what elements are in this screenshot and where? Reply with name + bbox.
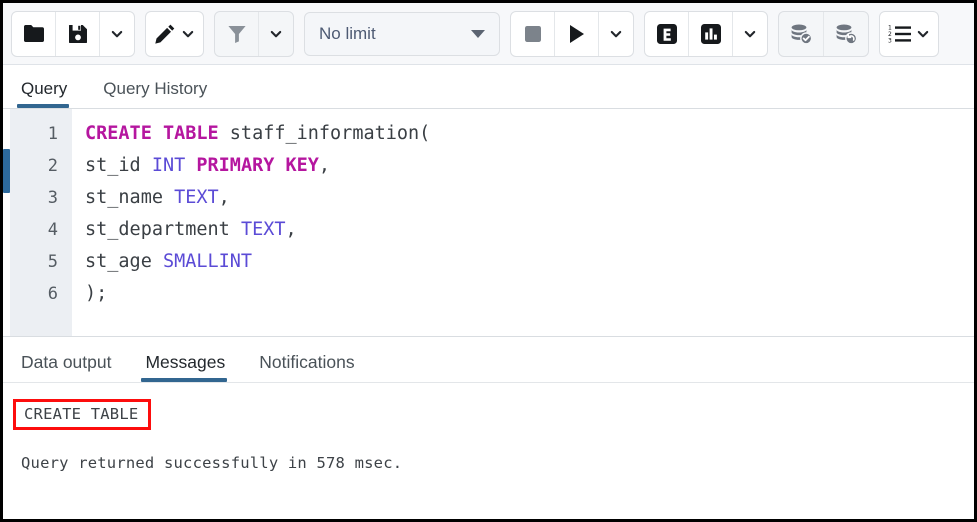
row-limit-value: No limit: [319, 24, 376, 44]
filter-dropdown-button[interactable]: [259, 12, 293, 56]
stop-button[interactable]: [511, 12, 555, 56]
edit-button-group: [145, 11, 204, 57]
code-token-identifier: st_age: [85, 251, 163, 272]
bar-chart-icon: [700, 23, 722, 45]
execute-dropdown-button[interactable]: [599, 12, 633, 56]
code-line: st_id INT PRIMARY KEY,: [85, 150, 974, 182]
rollback-button[interactable]: [824, 12, 868, 56]
code-token-identifier: st_id: [85, 155, 152, 176]
chevron-down-icon: [269, 27, 283, 41]
code-token-datatype: TEXT: [241, 219, 286, 240]
line-number: 4: [10, 214, 72, 246]
explain-dropdown-button[interactable]: [733, 12, 767, 56]
explain-analyze-button[interactable]: [689, 12, 733, 56]
database-undo-rollback-icon: [834, 23, 858, 45]
chevron-down-icon: [916, 27, 930, 41]
pencil-edit-icon: [154, 23, 176, 45]
editor-scrollbar[interactable]: [3, 109, 10, 336]
execute-button[interactable]: [555, 12, 599, 56]
messages-output: CREATE TABLE Query returned successfully…: [3, 383, 974, 519]
code-token-datatype: INT: [152, 155, 197, 176]
code-token-punctuation: ,: [219, 187, 230, 208]
code-token-punctuation: );: [85, 283, 107, 304]
code-token-identifier: staff_information(: [230, 123, 430, 144]
code-token-keyword: CREATE TABLE: [85, 123, 230, 144]
file-button-group: [11, 11, 135, 57]
query-status-text: Query returned successfully in 578 msec.: [13, 454, 974, 472]
save-file-button[interactable]: [56, 12, 100, 56]
row-limit-select[interactable]: No limit: [304, 12, 500, 56]
code-line: st_age SMALLINT: [85, 246, 974, 278]
numbered-list-icon: 1 2 3: [888, 24, 912, 44]
code-token-keyword: PRIMARY KEY: [196, 155, 319, 176]
macros-button-group: 1 2 3: [879, 11, 939, 57]
editor-line-number-gutter: 123456: [10, 109, 72, 336]
funnel-filter-icon: [227, 24, 247, 44]
database-check-commit-icon: [789, 23, 813, 45]
code-line: st_department TEXT,: [85, 214, 974, 246]
code-token-datatype: SMALLINT: [163, 251, 252, 272]
chevron-down-icon: [609, 27, 623, 41]
save-dropdown-button[interactable]: [100, 12, 134, 56]
explain-e-icon: [656, 23, 678, 45]
result-tab-bar: Data output Messages Notifications: [3, 337, 974, 383]
tab-data-output[interactable]: Data output: [17, 352, 125, 382]
line-number: 1: [10, 118, 72, 150]
line-number: 6: [10, 278, 72, 310]
line-number: 2: [10, 150, 72, 182]
code-token-identifier: st_name: [85, 187, 174, 208]
filter-button-group: [214, 11, 294, 57]
code-line: CREATE TABLE staff_information(: [85, 118, 974, 150]
tab-query-label: Query: [21, 79, 67, 99]
tab-messages[interactable]: Messages: [141, 352, 239, 382]
folder-icon: [23, 24, 45, 43]
tab-notifications-label: Notifications: [259, 352, 354, 372]
svg-text:3: 3: [888, 37, 892, 44]
chevron-down-icon: [181, 27, 195, 41]
code-token-identifier: st_department: [85, 219, 241, 240]
code-token-punctuation: ,: [286, 219, 297, 240]
pgadmin-query-tool: No limit: [0, 0, 977, 522]
floppy-save-icon: [68, 24, 88, 44]
stop-square-icon: [524, 25, 542, 43]
toolbar: No limit: [3, 3, 974, 65]
code-line: st_name TEXT,: [85, 182, 974, 214]
execute-button-group: [510, 11, 634, 57]
chevron-down-icon: [471, 30, 485, 38]
editor-code-area[interactable]: CREATE TABLE staff_information(st_id INT…: [72, 109, 974, 336]
chevron-down-icon: [110, 27, 124, 41]
commit-button[interactable]: [779, 12, 824, 56]
sql-editor[interactable]: 123456 CREATE TABLE staff_information(st…: [3, 109, 974, 337]
explain-button-group: [644, 11, 768, 57]
explain-button[interactable]: [645, 12, 689, 56]
edit-button[interactable]: [146, 12, 203, 56]
result-panel: Data output Messages Notifications CREAT…: [3, 337, 974, 519]
tab-messages-label: Messages: [145, 352, 225, 372]
transaction-button-group: [778, 11, 869, 57]
play-triangle-icon: [568, 24, 586, 44]
editor-scrollbar-thumb[interactable]: [3, 149, 10, 193]
code-token-datatype: TEXT: [174, 187, 219, 208]
line-number: 5: [10, 246, 72, 278]
command-result-text: CREATE TABLE: [13, 399, 151, 430]
open-file-button[interactable]: [12, 12, 56, 56]
tab-query-history-label: Query History: [103, 79, 207, 99]
tab-query-history[interactable]: Query History: [99, 79, 223, 108]
code-token-punctuation: ,: [319, 155, 330, 176]
tab-data-output-label: Data output: [21, 352, 111, 372]
line-number: 3: [10, 182, 72, 214]
macros-button[interactable]: 1 2 3: [880, 12, 938, 56]
query-tab-bar: Query Query History: [3, 65, 974, 109]
tab-query[interactable]: Query: [17, 79, 83, 108]
chevron-down-icon: [743, 27, 757, 41]
code-line: );: [85, 278, 974, 310]
command-result-row: CREATE TABLE: [13, 399, 974, 430]
tab-notifications[interactable]: Notifications: [255, 352, 368, 382]
messages-spacer: [13, 430, 974, 454]
filter-button[interactable]: [215, 12, 259, 56]
